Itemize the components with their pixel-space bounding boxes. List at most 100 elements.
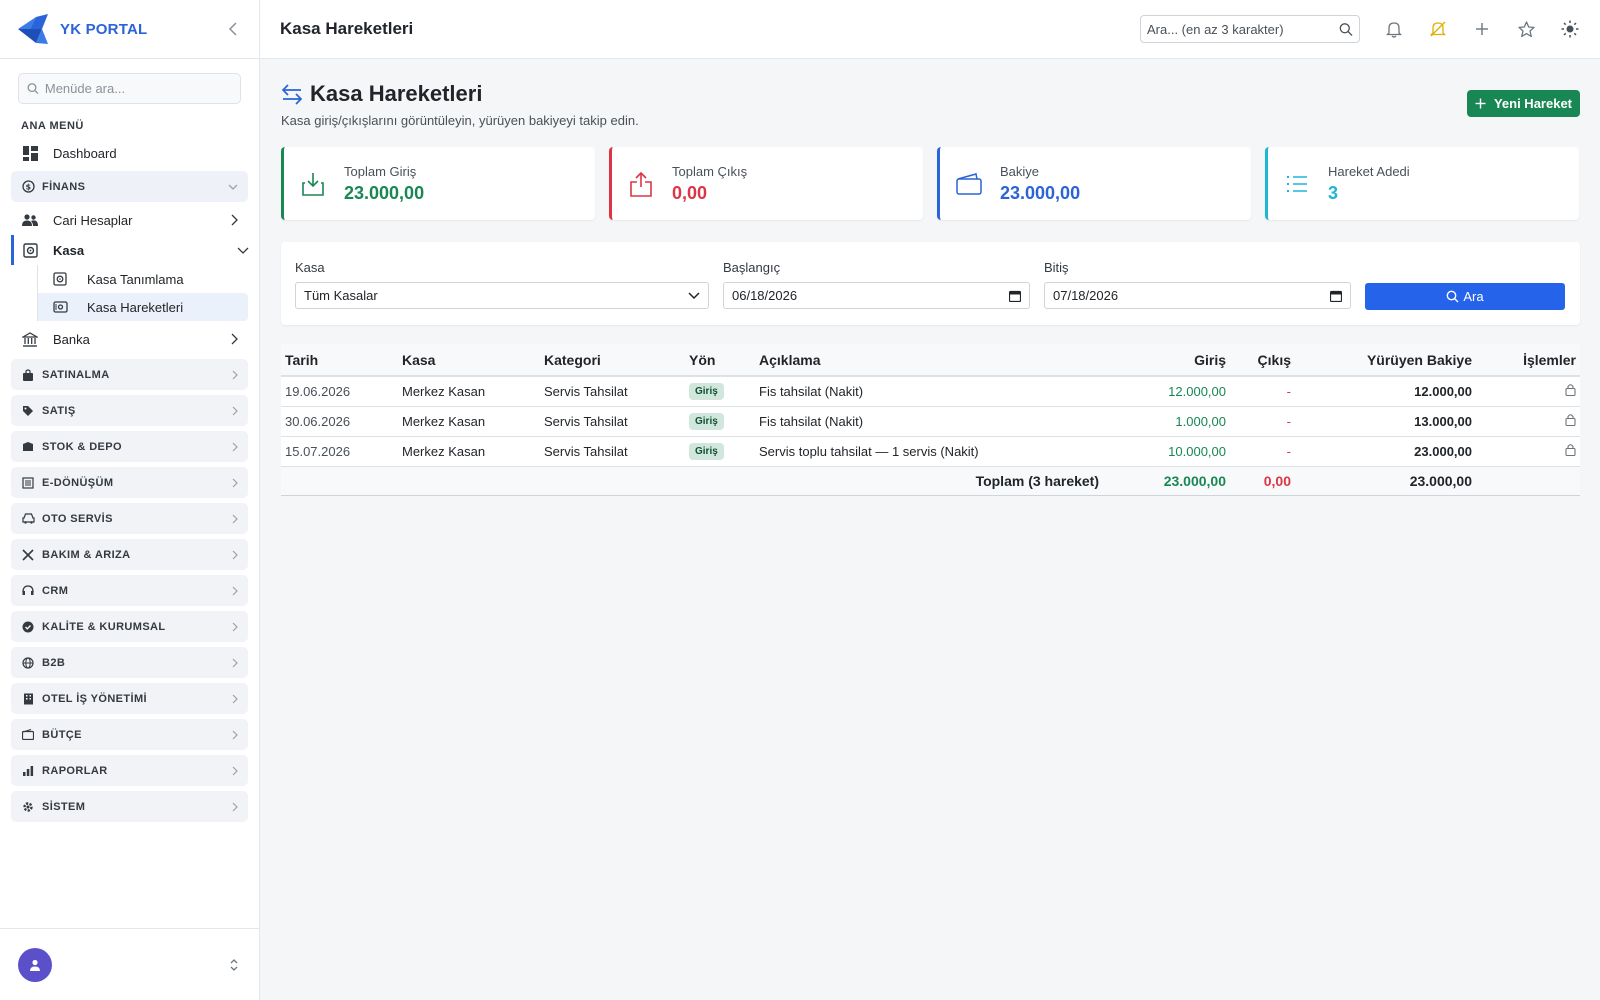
sidebar-group-3[interactable]: E-DÖNÜŞÜM	[11, 467, 248, 498]
sidebar-item-banka[interactable]: Banka	[0, 324, 259, 354]
sidebar-item-dashboard[interactable]: Dashboard	[0, 138, 259, 168]
column-header[interactable]: Tarih	[281, 344, 398, 377]
chevron-right-icon	[232, 622, 238, 632]
column-header[interactable]: Yürüyen Bakiye	[1295, 344, 1476, 377]
avatar[interactable]	[18, 947, 52, 982]
global-search[interactable]	[1140, 15, 1360, 43]
end-date-label: Bitiş	[1044, 260, 1069, 275]
card-label: Toplam Çıkış	[672, 163, 748, 179]
table-row[interactable]: 19.06.2026 Merkez Kasan Servis Tahsilat Gir…	[281, 376, 1580, 407]
sidebar-group-9[interactable]: OTEL İŞ YÖNETİMİ	[11, 683, 248, 714]
start-date-input[interactable]: 06/18/2026	[723, 282, 1030, 309]
cell-actions	[1476, 436, 1580, 467]
lock-icon[interactable]	[1565, 443, 1576, 459]
sidebar-item-kasa-hareketleri[interactable]: Kasa Hareketleri	[37, 293, 248, 321]
menu-search[interactable]	[18, 73, 241, 104]
sidebar-item-kasa-tanimlama[interactable]: Kasa Tanımlama	[37, 265, 248, 293]
cell-balance: 23.000,00	[1295, 436, 1476, 467]
column-header[interactable]: Açıklama	[755, 344, 1103, 377]
bank-icon	[21, 330, 39, 348]
sidebar-group-label: SATINALMA	[42, 368, 110, 381]
cell-kasa: Merkez Kasan	[398, 406, 540, 437]
lock-icon[interactable]	[1565, 413, 1576, 429]
star-icon[interactable]	[1516, 19, 1536, 39]
sidebar-item-label: Kasa Tanımlama	[87, 271, 184, 287]
chevron-up-down-icon[interactable]	[229, 958, 239, 972]
cell-direction: Giriş	[685, 436, 755, 467]
sidebar-group-6[interactable]: CRM	[11, 575, 248, 606]
calendar-icon[interactable]	[1009, 290, 1021, 302]
sidebar-group-finans[interactable]: $ FİNANS	[11, 171, 248, 202]
column-header[interactable]: Kasa	[398, 344, 540, 377]
calendar-icon[interactable]	[1330, 290, 1342, 302]
filter-panel: Kasa Tüm Kasalar Başlangıç 06/18/2026 Bi…	[281, 242, 1580, 325]
sidebar-group-label: RAPORLAR	[42, 764, 108, 777]
cell-description: Fis tahsilat (Nakit)	[755, 406, 1103, 437]
sidebar-group-8[interactable]: B2B	[11, 647, 248, 678]
column-header: İşlemler	[1476, 344, 1580, 377]
column-header[interactable]: Çıkış	[1230, 344, 1295, 377]
direction-badge: Giriş	[689, 383, 724, 401]
sidebar-group-12[interactable]: SİSTEM	[11, 791, 248, 822]
search-icon[interactable]	[1339, 22, 1353, 37]
user-menu[interactable]	[0, 928, 259, 1000]
new-transaction-button[interactable]: Yeni Hareket	[1466, 90, 1580, 117]
finance-icon: $	[21, 180, 35, 194]
upload-icon	[628, 171, 654, 197]
card-label: Hareket Adedi	[1328, 163, 1410, 179]
wallet-icon	[956, 171, 982, 197]
table-row[interactable]: 30.06.2026 Merkez Kasan Servis Tahsilat Gir…	[281, 406, 1580, 437]
table-row[interactable]: 15.07.2026 Merkez Kasan Servis Tahsilat Gir…	[281, 436, 1580, 467]
lock-icon[interactable]	[1565, 383, 1576, 399]
table-header-row: Tarih Kasa Kategori Yön Açıklama Giriş Ç…	[281, 344, 1580, 377]
sidebar-group-label: BAKIM & ARIZA	[42, 548, 131, 561]
sidebar-group-label: SİSTEM	[42, 800, 86, 813]
sidebar-group-0[interactable]: SATINALMA	[11, 359, 248, 390]
card-value: 23.000,00	[344, 182, 425, 203]
menu-search-input[interactable]	[44, 81, 232, 96]
sidebar-collapse-icon[interactable]	[223, 19, 243, 39]
search-button-label: Ara	[1463, 289, 1484, 304]
safe-icon	[21, 241, 39, 259]
sidebar-group-5[interactable]: BAKIM & ARIZA	[11, 539, 248, 570]
bell-icon[interactable]	[1384, 19, 1404, 39]
sidebar-group-10[interactable]: BÜTÇE	[11, 719, 248, 750]
sidebar: YK PORTAL ANA MENÜ Dashboard $ FİNANS Ca…	[0, 0, 260, 1000]
end-date-input[interactable]: 07/18/2026	[1044, 282, 1351, 309]
sidebar-group-7[interactable]: KALİTE & KURUMSAL	[11, 611, 248, 642]
column-header[interactable]: Kategori	[540, 344, 685, 377]
brand-logo-icon[interactable]	[16, 12, 50, 46]
cell-out: -	[1230, 436, 1295, 467]
brand-name[interactable]: YK PORTAL	[60, 21, 147, 38]
column-header[interactable]: Yön	[685, 344, 755, 377]
sidebar-group-label: SATIŞ	[42, 404, 76, 417]
column-header[interactable]: Giriş	[1103, 344, 1230, 377]
document-icon	[21, 476, 35, 490]
headset-icon	[21, 584, 35, 598]
chevron-right-icon	[232, 658, 238, 668]
kasa-filter-label: Kasa	[295, 260, 325, 275]
sidebar-group-label: OTO SERVİS	[42, 512, 113, 525]
sidebar-group-4[interactable]: OTO SERVİS	[11, 503, 248, 534]
plus-icon[interactable]	[1472, 19, 1492, 39]
sidebar-group-11[interactable]: RAPORLAR	[11, 755, 248, 786]
page-header: Kasa Hareketleri Kasa giriş/çıkışlarını …	[281, 81, 1580, 147]
sidebar-group-1[interactable]: SATIŞ	[11, 395, 248, 426]
sidebar-item-cari-hesaplar[interactable]: Cari Hesaplar	[0, 205, 259, 235]
cell-category: Servis Tahsilat	[540, 436, 685, 467]
cell-kasa: Merkez Kasan	[398, 376, 540, 407]
page-title: Kasa Hareketleri	[281, 81, 639, 107]
users-icon	[21, 211, 39, 229]
notifications-off-icon[interactable]	[1428, 19, 1448, 39]
kasa-select[interactable]: Tüm Kasalar	[295, 282, 709, 309]
sidebar-item-kasa[interactable]: Kasa	[11, 235, 259, 265]
chevron-right-icon	[232, 550, 238, 560]
sidebar-group-2[interactable]: STOK & DEPO	[11, 431, 248, 462]
search-button[interactable]: Ara	[1365, 283, 1565, 310]
global-search-input[interactable]	[1147, 21, 1340, 37]
chevron-right-icon	[232, 514, 238, 524]
end-date-filter: Bitiş 07/18/2026	[1044, 260, 1351, 309]
user-icon	[30, 959, 40, 971]
theme-sun-icon[interactable]	[1560, 19, 1580, 39]
sidebar-group-label: BÜTÇE	[42, 728, 82, 741]
